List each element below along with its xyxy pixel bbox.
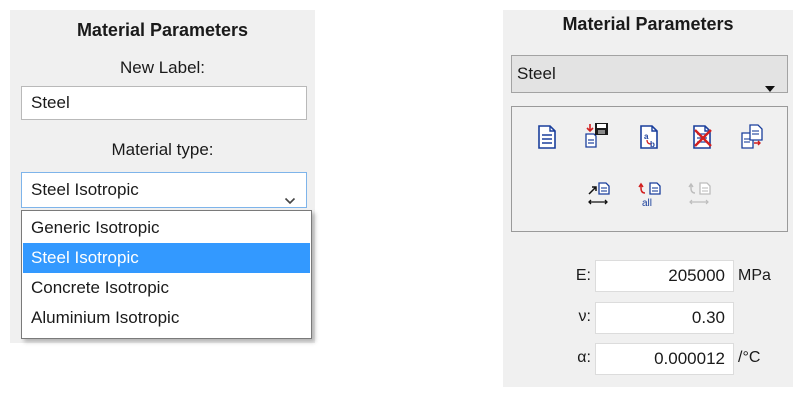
new-label-input[interactable]: Steel — [21, 86, 307, 120]
svg-text:all: all — [642, 198, 652, 207]
svg-text:a: a — [644, 132, 649, 141]
copy-material-icon[interactable] — [740, 123, 766, 149]
material-parameters-panel-right: Material Parameters Steel a b all E: 205… — [503, 10, 793, 387]
thermal-expansion-unit: /°C — [738, 349, 761, 366]
dropdown-option-concrete-isotropic[interactable]: Concrete Isotropic — [23, 273, 310, 303]
apply-disabled-icon — [687, 181, 713, 207]
material-toolbar: a b all — [511, 106, 788, 232]
svg-text:b: b — [650, 140, 655, 149]
youngs-modulus-label: E: — [575, 267, 591, 284]
save-material-icon[interactable] — [584, 122, 610, 148]
dropdown-arrow-icon — [765, 71, 775, 92]
thermal-expansion-input[interactable]: 0.000012 — [595, 343, 734, 375]
new-label-caption: New Label: — [119, 58, 206, 77]
rename-material-icon[interactable]: a b — [637, 124, 663, 150]
material-type-selected-value: Steel Isotropic — [31, 180, 139, 199]
thermal-expansion-label: α: — [577, 349, 591, 366]
chevron-down-icon — [284, 185, 296, 205]
apply-material-icon[interactable] — [586, 181, 612, 207]
panel-title: Material Parameters — [76, 20, 249, 40]
material-select[interactable]: Steel — [511, 55, 788, 93]
delete-material-icon[interactable] — [690, 124, 716, 150]
new-material-icon[interactable] — [534, 124, 560, 150]
material-parameters-panel-left: Material Parameters New Label: Steel Mat… — [10, 10, 315, 343]
material-selected-value: Steel — [517, 64, 556, 83]
youngs-modulus-input[interactable]: 205000 — [595, 260, 734, 292]
apply-all-icon[interactable]: all — [637, 181, 663, 207]
poisson-ratio-input[interactable]: 0.30 — [595, 302, 734, 334]
dropdown-option-aluminium-isotropic[interactable]: Aluminium Isotropic — [23, 303, 310, 333]
panel-title: Material Parameters — [562, 14, 734, 34]
material-type-caption: Material type: — [111, 140, 214, 159]
dropdown-option-steel-isotropic[interactable]: Steel Isotropic — [23, 243, 310, 273]
dropdown-option-generic-isotropic[interactable]: Generic Isotropic — [23, 213, 310, 243]
poisson-ratio-label: ν: — [578, 308, 591, 325]
material-type-select[interactable]: Steel Isotropic — [21, 172, 307, 208]
material-type-dropdown-list: Generic Isotropic Steel Isotropic Concre… — [21, 210, 312, 339]
youngs-modulus-unit: MPa — [738, 267, 771, 284]
